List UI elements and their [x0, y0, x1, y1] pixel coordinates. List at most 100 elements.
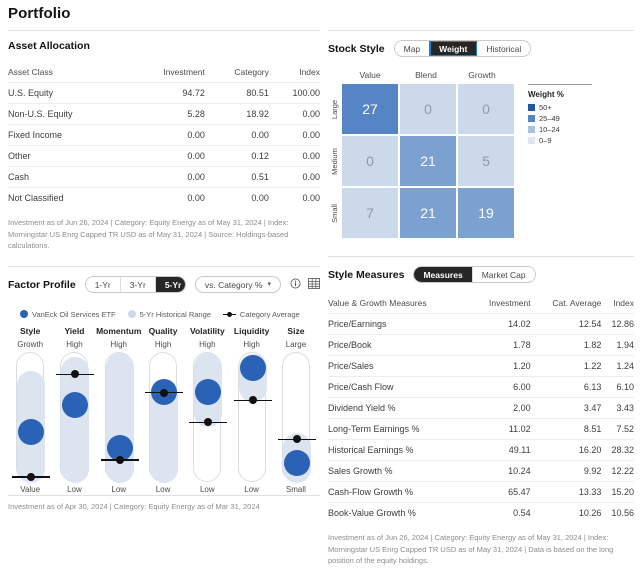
factor-period-toggle[interactable]: 1-Yr 3-Yr 5-Yr [84, 276, 186, 294]
cell-index: 0.00 [268, 124, 320, 146]
tab-map[interactable]: Map [394, 41, 431, 56]
style-col-blend: Blend [415, 70, 437, 80]
style-measures-toggle[interactable]: Measures Market Cap [413, 266, 536, 283]
row-label: Price/Sales [328, 355, 471, 377]
cell-cat-average: 9.92 [530, 460, 602, 482]
cell-investment: 5.28 [127, 103, 205, 125]
factor-top-label: High [199, 339, 216, 349]
legend-item-investment: VanEck Oil Services ETF [20, 310, 116, 319]
legend-label: Category Average [239, 309, 300, 319]
column-header-index: Index [299, 67, 320, 77]
factor-column-momentum: Momentum High Low [96, 325, 142, 494]
factor-track[interactable] [277, 351, 316, 483]
tab-market-cap[interactable]: Market Cap [472, 267, 535, 282]
factor-bottom-label: Low [111, 484, 127, 494]
cell-index: 10.56 [601, 502, 634, 523]
legend-item: 25–49 [528, 114, 592, 123]
factor-bottom-label: Low [155, 484, 171, 494]
legend-swatch-icon [528, 104, 535, 111]
factor-track[interactable] [233, 351, 272, 482]
tab-3yr[interactable]: 3-Yr [120, 277, 156, 293]
style-box-column-headers: Value Blend Growth [342, 70, 514, 84]
table-row: Cash 0.00 0.51 0.00 [8, 166, 320, 188]
factor-legend: VanEck Oil Services ETF 5-Yr Historical … [8, 310, 320, 319]
table-row: Not Classified 0.00 0.00 0.00 [8, 187, 320, 208]
factor-bottom-label: Low [67, 484, 82, 494]
table-row: Sales Growth % 10.24 9.92 12.22 [328, 460, 634, 482]
tab-1yr[interactable]: 1-Yr [85, 277, 121, 293]
tab-measures[interactable]: Measures [414, 267, 473, 282]
row-label: Not Classified [8, 187, 128, 208]
factor-bottom-label: Value [20, 484, 41, 494]
legend-label: 10–24 [539, 125, 560, 134]
asset-allocation-header: Asset Allocation [8, 31, 320, 56]
factor-name: Liquidity [233, 325, 270, 336]
factor-investment-dot[interactable] [239, 355, 266, 382]
factor-column-volatility: Volatility High Low [185, 326, 229, 494]
table-icon[interactable] [308, 276, 320, 294]
tab-5yr[interactable]: 5-Yr [155, 277, 185, 293]
info-icon[interactable] [290, 276, 301, 294]
tab-historical[interactable]: Historical [477, 41, 531, 56]
style-box-cell[interactable]: 5 [458, 136, 514, 186]
factor-bottom-label: Low [199, 484, 215, 494]
cell-cat-average: 6.13 [530, 376, 602, 398]
factor-track[interactable] [56, 351, 95, 483]
factor-name: Style [19, 325, 41, 336]
cell-investment: 94.72 [127, 82, 205, 104]
table-row: U.S. Equity 94.72 80.51 100.00 [8, 82, 320, 104]
cell-index: 0.00 [268, 145, 320, 167]
factor-column-quality: Quality High Low [141, 326, 185, 494]
cell-index: 12.86 [601, 313, 634, 335]
legend-label: VanEck Oil Services ETF [32, 309, 116, 319]
cell-investment: 0.00 [127, 145, 205, 167]
factor-profile-title: Factor Profile [8, 278, 76, 291]
factor-track[interactable] [100, 351, 139, 483]
cell-investment: 14.02 [470, 313, 531, 335]
factor-track[interactable] [189, 351, 228, 482]
row-label: U.S. Equity [8, 82, 128, 104]
cell-category: 0.51 [204, 166, 269, 188]
tab-weight[interactable]: Weight [429, 41, 479, 56]
table-row: Other 0.00 0.12 0.00 [8, 145, 320, 167]
asset-allocation-table: Asset Class Investment Category Index U.… [8, 64, 320, 208]
cell-investment: 49.11 [470, 439, 531, 461]
style-box-cell[interactable]: 19 [458, 188, 514, 238]
cell-category: 18.92 [204, 103, 269, 125]
style-measures-header: Style Measures Measures Market Cap [328, 257, 634, 287]
divider [528, 84, 592, 85]
factor-track[interactable] [145, 351, 184, 483]
table-row: Long-Term Earnings % 11.02 8.51 7.52 [328, 418, 634, 440]
style-measures-title: Style Measures [328, 268, 405, 281]
table-row: Price/Book 1.78 1.82 1.94 [328, 334, 634, 356]
cell-category: 0.00 [204, 124, 269, 146]
style-box-cell[interactable]: 0 [342, 136, 398, 186]
column-header-asset-class: Asset Class [8, 67, 53, 77]
cell-investment: 6.00 [470, 376, 531, 398]
style-box-cell[interactable]: 0 [458, 84, 514, 134]
cell-investment: 0.00 [127, 124, 205, 146]
legend-dot-icon [127, 310, 136, 319]
table-row: Book-Value Growth % 0.54 10.26 10.56 [328, 502, 634, 523]
row-label: Fixed Income [8, 124, 128, 146]
style-box-row-label: Small [330, 203, 340, 223]
asset-allocation-title: Asset Allocation [8, 40, 90, 52]
factor-track[interactable] [12, 351, 51, 483]
style-box-cell[interactable]: 7 [342, 188, 398, 238]
cell-cat-average: 16.20 [530, 439, 602, 461]
factor-name: Momentum [96, 325, 142, 336]
legend-swatch-icon [528, 115, 535, 122]
style-box-cell[interactable]: 0 [400, 84, 456, 134]
row-label: Price/Cash Flow [328, 376, 471, 398]
cell-index: 7.52 [601, 418, 634, 440]
cell-cat-average: 12.54 [530, 313, 602, 335]
style-box-cell[interactable]: 21 [400, 188, 456, 238]
table-row: Price/Cash Flow 6.00 6.13 6.10 [328, 376, 634, 398]
cell-investment: 2.00 [470, 397, 531, 419]
style-col-growth: Growth [468, 70, 496, 80]
legend-swatch-icon [528, 126, 535, 133]
style-box-cell[interactable]: 27 [342, 84, 398, 134]
stock-style-toggle[interactable]: Map Weight Historical [393, 40, 532, 57]
compare-select[interactable]: vs. Category % ▾ [194, 276, 281, 294]
style-box-cell[interactable]: 21 [400, 136, 456, 186]
